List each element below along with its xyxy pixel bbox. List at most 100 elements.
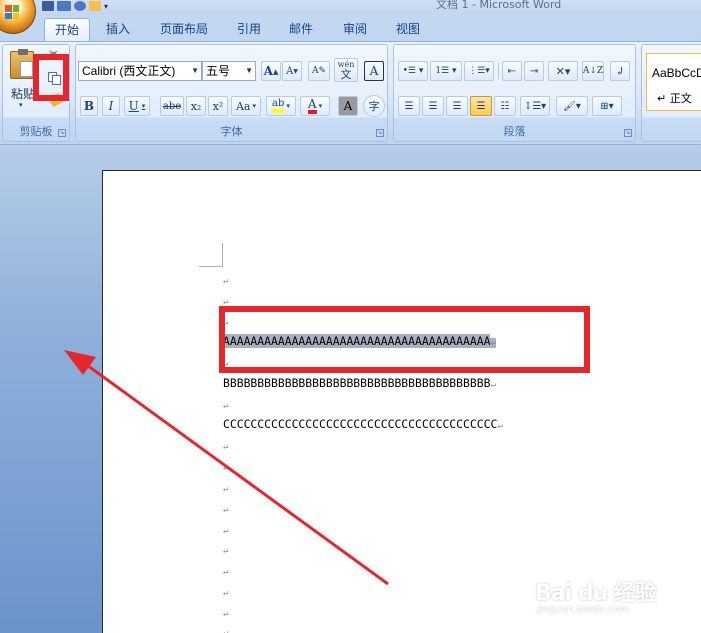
font-size-dropdown-icon: ▼ [245,66,253,75]
selection-highlight-box [219,306,590,373]
strikethrough-button[interactable]: abe [160,96,184,116]
paste-icon [10,49,34,79]
text-line-c[interactable]: CCCCCCCCCCCCCCCCCCCCCCCCCCCCCCCCCCCCCCCC… [223,415,503,433]
empty-paragraph[interactable]: ↵ [223,436,228,454]
font-group: Calibri (西文正文) ▼ 五号 ▼ A ▲ A ▼ A✎ wén 文 A B… [75,44,388,142]
empty-paragraph[interactable]: ↵ [223,540,228,558]
style-normal-tile[interactable]: AaBbCcD ↵ 正文 [646,53,701,111]
margin-corner-mark [199,266,222,267]
empty-paragraph[interactable]: ↵ [223,603,228,621]
paragraph-group: •☰ ▾ 1☰ ▾ ⋮☰▾ ⇤ ⇥ ✕▾ A↓Z ↲ ☰ ☰ ☰ ☰ ☷ ↕☰▾… [393,44,636,142]
paragraph-mark: ↵ [223,588,229,598]
empty-paragraph[interactable]: ↵ [223,499,228,517]
empty-paragraph[interactable]: ↵ [223,622,228,633]
enclose-char-button[interactable]: 字 [363,95,385,117]
char-shading-button[interactable]: A [338,96,358,116]
paragraph-mark: ↵ [223,401,229,411]
paragraph-mark: ↵ [223,442,229,452]
subscript-icon: x₂ [190,99,202,113]
align-right-button[interactable]: ☰ [446,96,468,116]
increase-indent-button[interactable]: ⇥ [524,61,544,81]
paragraph-mark: ↵ [223,484,229,494]
change-case-button[interactable]: Aa ▾ [231,96,261,116]
shading-button[interactable]: 🖌▾ [556,96,588,116]
line-spacing-button[interactable]: ↕☰▾ [520,96,550,116]
highlight-button[interactable]: ab ▾ [266,96,296,116]
enclose-char-icon: 字 [368,100,380,113]
underline-button[interactable]: U ▾ [124,96,150,116]
chinese-layout-button[interactable]: ✕▾ [548,61,578,81]
redo-icon[interactable] [74,1,86,11]
text-line-b[interactable]: BBBBBBBBBBBBBBBBBBBBBBBBBBBBBBBBBBBBBBB↵ [223,374,496,392]
empty-paragraph[interactable]: ↵ [223,478,228,496]
paragraph-launcher-icon[interactable]: ↘ [624,129,632,137]
paragraph-mark: ↵ [223,609,229,619]
tab-mailings[interactable]: 邮件 [280,18,322,42]
style-name: ↵ 正文 [657,92,692,105]
bullets-icon: •☰ ▾ [402,66,424,76]
font-color-icon: A [307,98,317,114]
bullets-button[interactable]: •☰ ▾ [398,61,428,81]
align-left-button[interactable]: ☰ [398,96,420,116]
qat-dropdown-icon[interactable]: ▾ [104,2,108,11]
empty-paragraph[interactable]: ↵ [223,582,228,600]
empty-paragraph[interactable]: ↵ [223,520,228,538]
empty-paragraph[interactable]: ↵ [223,561,228,579]
tab-review[interactable]: 审阅 [334,18,376,42]
copy-highlight-box [33,54,69,101]
font-size-select[interactable]: 五号 ▼ [202,61,256,81]
styles-group: AaBbCcD ↵ 正文 [641,44,701,142]
empty-paragraph[interactable]: ↵ [223,457,228,475]
tab-home[interactable]: 开始 [44,18,90,42]
clear-format-icon[interactable]: A✎ [308,61,330,81]
font-color-button[interactable]: A ▾ [300,96,330,116]
increase-indent-icon: ⇥ [529,65,539,77]
tab-view[interactable]: 视图 [388,18,428,42]
multilevel-list-button[interactable]: ⋮☰▾ [464,61,494,81]
paragraph-mark: ↵ [223,567,229,577]
show-marks-button[interactable]: ↲ [610,61,630,81]
tab-references[interactable]: 引用 [228,18,270,42]
decrease-indent-button[interactable]: ⇤ [502,61,522,81]
grow-font-button[interactable]: A ▲ [261,61,281,81]
paragraph-mark: ↵ [223,526,229,536]
subscript-button[interactable]: x₂ [186,96,206,116]
print-icon[interactable] [89,1,101,11]
document-page[interactable] [102,170,701,633]
clipboard-launcher-icon[interactable]: ↘ [58,129,66,137]
numbering-button[interactable]: 1☰ ▾ [430,61,462,81]
italic-icon: I [108,99,114,113]
align-center-button[interactable]: ☰ [422,96,444,116]
bold-button[interactable]: B [80,96,98,116]
phonetic-char: 文 [340,68,352,81]
superscript-button[interactable]: x² [208,96,228,116]
quick-access-toolbar: ▾ [42,0,108,12]
italic-button[interactable]: I [102,96,120,116]
char-shading-icon: A [343,99,353,113]
font-launcher-icon[interactable]: ↘ [376,129,384,137]
save-icon[interactable] [42,1,54,11]
paragraph-mark: ↵ [497,421,503,431]
paragraph-mark: ↵ [223,505,229,515]
phonetic-guide-button[interactable]: wén 文 [334,58,358,82]
font-name-select[interactable]: Calibri (西文正文) ▼ [78,61,202,81]
char-border-button[interactable]: A [364,61,384,81]
justify-button[interactable]: ☰ [470,96,492,116]
sort-icon: A↓Z [582,66,604,76]
title-bar: ▾ 文档 1 - Microsoft Word [0,0,701,34]
ribbon: 粘贴 ▾ ✂ 剪贴板 ↘ Calibri (西文正文) ▼ 五号 ▼ A ▲ A ▼… [0,41,701,145]
style-preview-text: AaBbCcD [652,66,701,80]
sort-button[interactable]: A↓Z [582,61,604,81]
paragraph-mark: ↵ [223,463,229,473]
empty-paragraph[interactable]: ↵ [223,270,228,288]
tab-page-layout[interactable]: 页面布局 [152,18,216,42]
distributed-button[interactable]: ☷ [494,96,516,116]
borders-button[interactable]: ⊞▾ [592,96,622,116]
empty-paragraph[interactable]: ↵ [223,395,228,413]
undo-icon[interactable] [57,1,71,11]
watermark-logo: Bai du 经验 jingyan.baidu.com [535,575,665,623]
tab-insert[interactable]: 插入 [98,18,138,42]
bold-icon: B [83,99,95,113]
shrink-font-button[interactable]: A ▼ [282,61,302,81]
change-case-icon: Aa [235,99,251,113]
